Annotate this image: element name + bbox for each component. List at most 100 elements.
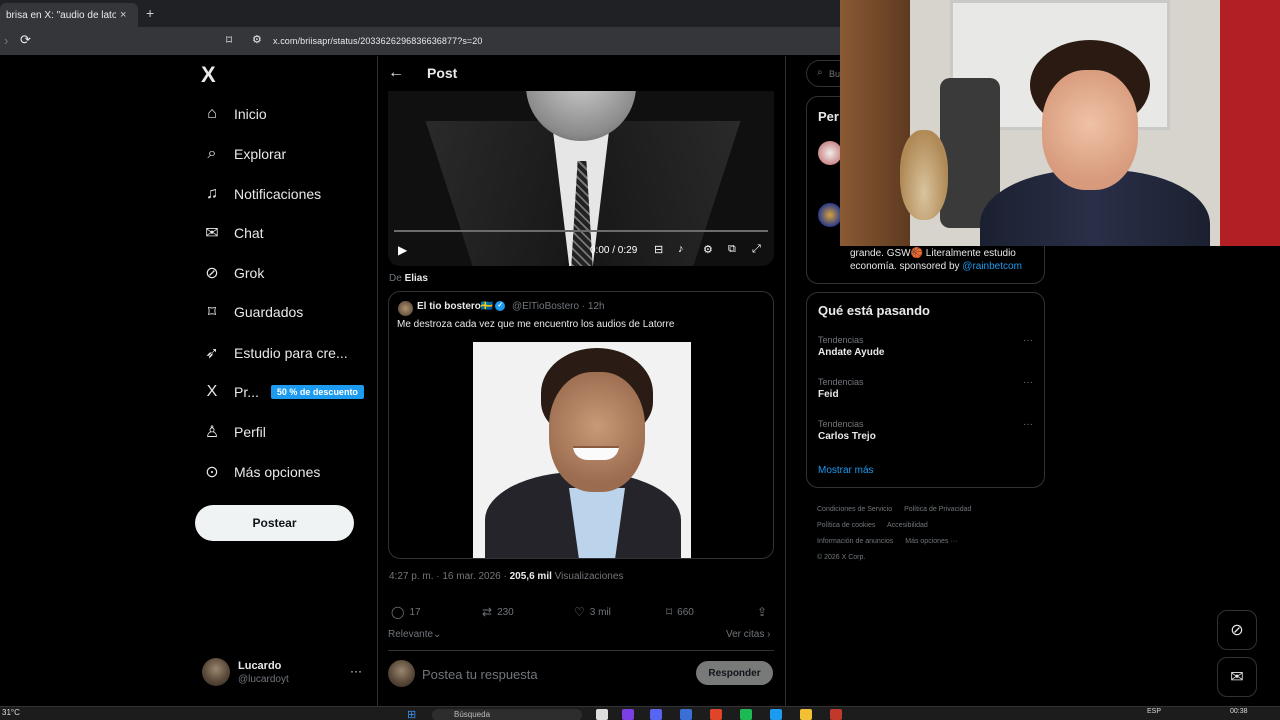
captions-icon[interactable]: ⊟ (654, 243, 663, 256)
more-icon[interactable]: ··· (1023, 419, 1033, 430)
sidebar-item-notificaciones[interactable]: ♫ Notificaciones (202, 182, 321, 206)
account-more-icon[interactable]: ··· (350, 664, 362, 678)
sidebar-item-premium[interactable]: X Pr... 50 % de descuento (202, 380, 364, 404)
reply-input[interactable] (422, 664, 682, 684)
sidebar-item-explorar[interactable]: ⌕ Explorar (202, 142, 287, 166)
pip-icon[interactable]: ⧉ (728, 243, 736, 256)
browser-tab[interactable]: brisa en X: "audio de latorre × (0, 3, 138, 27)
footer-link[interactable]: Política de cookies (817, 522, 875, 529)
weather-widget[interactable]: 31°C (2, 708, 20, 717)
sidebar-item-grok[interactable]: ⊘ Grok (202, 261, 264, 285)
people-title: Per (818, 109, 839, 124)
repost-count: 230 (497, 606, 514, 618)
sort-replies-dropdown[interactable]: Relevante⌄ (388, 629, 441, 640)
sidebar-item-chat[interactable]: ✉ Chat (202, 221, 264, 245)
sidebar-item-inicio[interactable]: ⌂ Inicio (202, 102, 267, 126)
windows-start-icon[interactable]: ⊞ (407, 708, 416, 720)
file-explorer-icon[interactable] (596, 709, 608, 720)
grok-fab-button[interactable]: ⊘ (1217, 610, 1257, 650)
footer-link[interactable]: Condiciones de Servicio (817, 506, 892, 513)
quoted-post-image[interactable] (473, 342, 691, 558)
column-divider (785, 56, 786, 706)
post-metadata: 4:27 p. m. · 16 mar. 2026 · 205,6 mil Vi… (389, 571, 623, 582)
bookmark-action[interactable]: ⌑ 660 (666, 605, 694, 619)
trend-name: Feid (818, 389, 839, 400)
x-logo[interactable]: X (201, 62, 216, 88)
play-icon[interactable]: ▶ (398, 243, 407, 257)
avatar[interactable] (818, 141, 842, 165)
reply-action[interactable]: ◯ 17 (391, 605, 421, 619)
language-indicator[interactable]: ESP (1147, 708, 1161, 715)
taskbar-search[interactable]: Búsqueda (432, 709, 582, 720)
video-progress-bar[interactable] (394, 230, 768, 232)
video-player[interactable]: ▶ 0:00 / 0:29 ⊟ ♪ ⚙ ⧉ ⤢ (388, 91, 774, 266)
video-time: 0:00 / 0:29 (590, 245, 638, 256)
app-icon[interactable] (770, 709, 782, 720)
forward-icon[interactable]: › (4, 33, 8, 48)
trend-item[interactable]: Tendencias Feid ··· (818, 377, 1033, 407)
footer-link[interactable]: Política de Privacidad (904, 506, 971, 513)
app-icon[interactable] (622, 709, 634, 720)
reply-icon: ◯ (391, 605, 405, 619)
post-timestamp[interactable]: 4:27 p. m. · 16 mar. 2026 · (389, 571, 510, 582)
trend-item[interactable]: Tendencias Andate Ayude ··· (818, 335, 1033, 365)
grok-icon: ⊘ (1230, 622, 1244, 639)
quoted-author-handle: @ElTioBostero · 12h (512, 301, 605, 312)
back-arrow-icon[interactable]: ← (388, 64, 404, 82)
browser-icon[interactable] (710, 709, 722, 720)
sidebar-item-label: Más opciones (234, 464, 321, 480)
share-action[interactable]: ⇪ (757, 605, 772, 619)
volume-icon[interactable]: ♪ (678, 243, 684, 255)
sidebar-item-label: Estudio para cre... (234, 345, 348, 361)
reply-count: 17 (409, 606, 421, 618)
image-detail (573, 446, 619, 460)
messages-fab-button[interactable]: ✉ (1217, 657, 1257, 697)
sidebar-item-mas-opciones[interactable]: ⊙ Más opciones (202, 460, 320, 484)
browser-tab-bar: brisa en X: "audio de latorre × + (0, 0, 840, 27)
avatar[interactable] (818, 203, 842, 227)
quoted-post[interactable]: El tio bostero🇸🇪 ✓ @ElTioBostero · 12h Me… (388, 291, 774, 559)
fullscreen-icon[interactable]: ⤢ (752, 243, 761, 256)
x-premium-icon: X (206, 383, 218, 400)
account-switcher[interactable]: Lucardo @lucardoyt ··· (202, 658, 367, 688)
bio-link[interactable]: @rainbetcom (962, 261, 1022, 272)
url-field[interactable]: x.com/briisapr/status/203362629683663687… (273, 36, 483, 46)
trend-name: Andate Ayude (818, 347, 885, 358)
app-icon[interactable] (830, 709, 842, 720)
reload-icon[interactable]: ⟳ (20, 32, 31, 48)
address-bar: › ⟳ ⌑ ⚙ x.com/briisapr/status/2033626296… (0, 27, 840, 55)
spotify-icon[interactable] (740, 709, 752, 720)
repost-action[interactable]: ⇄ 230 (482, 605, 514, 619)
footer-link[interactable]: Accesibilidad (887, 522, 928, 529)
site-settings-icon[interactable]: ⚙ (252, 33, 262, 46)
folder-icon[interactable] (800, 709, 812, 720)
app-icon[interactable] (650, 709, 662, 720)
show-more-link[interactable]: Mostrar más (818, 465, 874, 476)
bookmark-count: 660 (677, 606, 694, 618)
close-tab-icon[interactable]: × (120, 9, 126, 21)
sidebar-item-label: Chat (234, 225, 264, 241)
app-icon[interactable] (680, 709, 692, 720)
more-icon[interactable]: ··· (1023, 377, 1033, 388)
attribution-name[interactable]: Elias (405, 273, 428, 284)
sidebar-item-estudio[interactable]: ➶ Estudio para cre... (202, 341, 348, 365)
trend-item[interactable]: Tendencias Carlos Trejo ··· (818, 419, 1033, 449)
settings-icon[interactable]: ⚙ (703, 243, 713, 256)
sidebar-item-perfil[interactable]: ♙ Perfil (202, 420, 266, 444)
reply-button[interactable]: Responder (696, 661, 773, 685)
footer-link[interactable]: Más opciones ··· (905, 538, 957, 545)
post-button[interactable]: Postear (195, 505, 354, 541)
footer-link[interactable]: Información de anuncios (817, 538, 893, 545)
avatar (202, 658, 230, 686)
sidebar-item-guardados[interactable]: ⌑ Guardados (202, 300, 303, 324)
bookmark-star-icon[interactable]: ⌑ (226, 33, 232, 47)
more-icon[interactable]: ··· (1023, 335, 1033, 346)
like-action[interactable]: ♡ 3 mil (574, 605, 611, 619)
page-title: Post (427, 65, 458, 81)
webcam-detail (1042, 70, 1138, 190)
new-tab-button[interactable]: + (146, 5, 154, 21)
clock[interactable]: 00:38 (1230, 708, 1248, 715)
view-quotes-link[interactable]: Ver citas › (726, 629, 770, 640)
more-circle-icon: ⊙ (205, 464, 219, 481)
account-name: Lucardo (238, 660, 282, 672)
